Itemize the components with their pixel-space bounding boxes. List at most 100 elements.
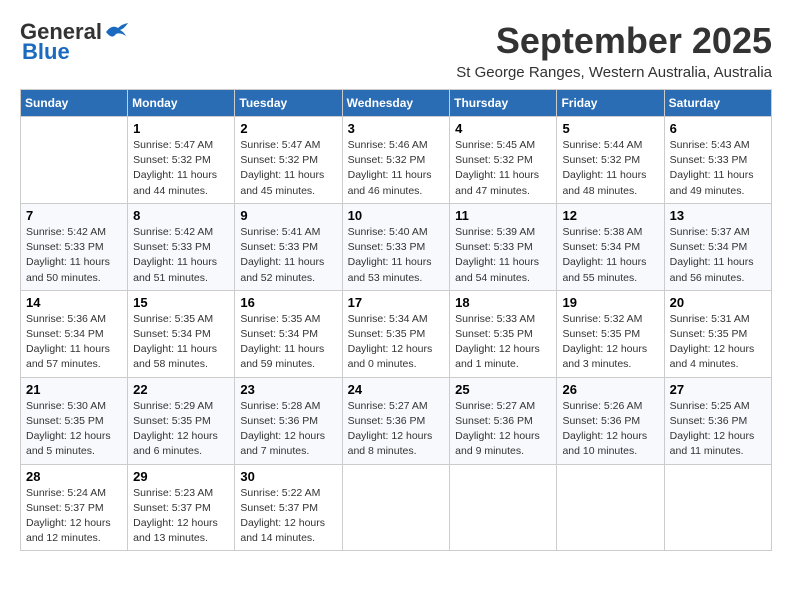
header-friday: Friday	[557, 90, 664, 117]
calendar-cell: 4 Sunrise: 5:45 AMSunset: 5:32 PMDaylight…	[450, 117, 557, 204]
page-header: General Blue September 2025 St George Ra…	[20, 20, 772, 81]
day-info: Sunrise: 5:43 AMSunset: 5:33 PMDaylight:…	[670, 138, 766, 199]
calendar-cell	[342, 464, 450, 551]
calendar-cell: 11 Sunrise: 5:39 AMSunset: 5:33 PMDayligh…	[450, 203, 557, 290]
day-info: Sunrise: 5:27 AMSunset: 5:36 PMDaylight:…	[455, 399, 551, 460]
day-number: 6	[670, 121, 766, 136]
calendar-table: SundayMondayTuesdayWednesdayThursdayFrid…	[20, 89, 772, 551]
calendar-week-row: 28 Sunrise: 5:24 AMSunset: 5:37 PMDayligh…	[21, 464, 772, 551]
day-info: Sunrise: 5:41 AMSunset: 5:33 PMDaylight:…	[240, 225, 336, 286]
day-info: Sunrise: 5:30 AMSunset: 5:35 PMDaylight:…	[26, 399, 122, 460]
day-number: 9	[240, 208, 336, 223]
day-number: 10	[348, 208, 445, 223]
day-number: 27	[670, 382, 766, 397]
day-number: 15	[133, 295, 229, 310]
day-info: Sunrise: 5:35 AMSunset: 5:34 PMDaylight:…	[133, 312, 229, 373]
day-info: Sunrise: 5:23 AMSunset: 5:37 PMDaylight:…	[133, 486, 229, 547]
calendar-cell	[21, 117, 128, 204]
calendar-week-row: 7 Sunrise: 5:42 AMSunset: 5:33 PMDaylight…	[21, 203, 772, 290]
day-number: 18	[455, 295, 551, 310]
day-number: 8	[133, 208, 229, 223]
header-saturday: Saturday	[664, 90, 771, 117]
day-number: 21	[26, 382, 122, 397]
header-thursday: Thursday	[450, 90, 557, 117]
day-info: Sunrise: 5:47 AMSunset: 5:32 PMDaylight:…	[133, 138, 229, 199]
day-number: 7	[26, 208, 122, 223]
day-number: 20	[670, 295, 766, 310]
day-info: Sunrise: 5:40 AMSunset: 5:33 PMDaylight:…	[348, 225, 445, 286]
day-info: Sunrise: 5:35 AMSunset: 5:34 PMDaylight:…	[240, 312, 336, 373]
day-info: Sunrise: 5:36 AMSunset: 5:34 PMDaylight:…	[26, 312, 122, 373]
calendar-cell: 19 Sunrise: 5:32 AMSunset: 5:35 PMDayligh…	[557, 290, 664, 377]
calendar-cell: 9 Sunrise: 5:41 AMSunset: 5:33 PMDaylight…	[235, 203, 342, 290]
calendar-cell: 5Sunrise: 5:44 AMSunset: 5:32 PMDaylight…	[557, 117, 664, 204]
day-info: Sunrise: 5:31 AMSunset: 5:35 PMDaylight:…	[670, 312, 766, 373]
calendar-cell: 28 Sunrise: 5:24 AMSunset: 5:37 PMDayligh…	[21, 464, 128, 551]
day-number: 12	[562, 208, 658, 223]
day-info: Sunrise: 5:34 AMSunset: 5:35 PMDaylight:…	[348, 312, 445, 373]
calendar-cell: 25 Sunrise: 5:27 AMSunset: 5:36 PMDayligh…	[450, 377, 557, 464]
day-info: Sunrise: 5:28 AMSunset: 5:36 PMDaylight:…	[240, 399, 336, 460]
calendar-week-row: 1 Sunrise: 5:47 AMSunset: 5:32 PMDaylight…	[21, 117, 772, 204]
day-info: Sunrise: 5:33 AMSunset: 5:35 PMDaylight:…	[455, 312, 551, 373]
calendar-header-row: SundayMondayTuesdayWednesdayThursdayFrid…	[21, 90, 772, 117]
calendar-cell: 29Sunrise: 5:23 AMSunset: 5:37 PMDayligh…	[128, 464, 235, 551]
calendar-cell: 20 Sunrise: 5:31 AMSunset: 5:35 PMDayligh…	[664, 290, 771, 377]
month-title: September 2025	[456, 20, 772, 62]
calendar-cell: 17 Sunrise: 5:34 AMSunset: 5:35 PMDayligh…	[342, 290, 450, 377]
calendar-cell: 13 Sunrise: 5:37 AMSunset: 5:34 PMDayligh…	[664, 203, 771, 290]
calendar-cell: 30 Sunrise: 5:22 AMSunset: 5:37 PMDayligh…	[235, 464, 342, 551]
day-info: Sunrise: 5:42 AMSunset: 5:33 PMDaylight:…	[133, 225, 229, 286]
day-info: Sunrise: 5:46 AMSunset: 5:32 PMDaylight:…	[348, 138, 445, 199]
day-info: Sunrise: 5:32 AMSunset: 5:35 PMDaylight:…	[562, 312, 658, 373]
title-block: September 2025 St George Ranges, Western…	[456, 20, 772, 81]
calendar-cell: 12 Sunrise: 5:38 AMSunset: 5:34 PMDayligh…	[557, 203, 664, 290]
day-info: Sunrise: 5:38 AMSunset: 5:34 PMDaylight:…	[562, 225, 658, 286]
logo-bird-icon	[104, 22, 130, 42]
calendar-cell: 26 Sunrise: 5:26 AMSunset: 5:36 PMDayligh…	[557, 377, 664, 464]
calendar-cell: 10 Sunrise: 5:40 AMSunset: 5:33 PMDayligh…	[342, 203, 450, 290]
day-number: 4	[455, 121, 551, 136]
header-sunday: Sunday	[21, 90, 128, 117]
day-number: 25	[455, 382, 551, 397]
header-tuesday: Tuesday	[235, 90, 342, 117]
logo-blue: Blue	[20, 40, 70, 64]
day-number: 11	[455, 208, 551, 223]
day-number: 17	[348, 295, 445, 310]
day-info: Sunrise: 5:26 AMSunset: 5:36 PMDaylight:…	[562, 399, 658, 460]
calendar-cell: 18 Sunrise: 5:33 AMSunset: 5:35 PMDayligh…	[450, 290, 557, 377]
calendar-cell: 15 Sunrise: 5:35 AMSunset: 5:34 PMDayligh…	[128, 290, 235, 377]
day-number: 23	[240, 382, 336, 397]
calendar-cell: 22Sunrise: 5:29 AMSunset: 5:35 PMDayligh…	[128, 377, 235, 464]
calendar-cell: 3 Sunrise: 5:46 AMSunset: 5:32 PMDaylight…	[342, 117, 450, 204]
day-number: 30	[240, 469, 336, 484]
day-info: Sunrise: 5:42 AMSunset: 5:33 PMDaylight:…	[26, 225, 122, 286]
day-number: 19	[562, 295, 658, 310]
calendar-cell: 6 Sunrise: 5:43 AMSunset: 5:33 PMDaylight…	[664, 117, 771, 204]
day-info: Sunrise: 5:25 AMSunset: 5:36 PMDaylight:…	[670, 399, 766, 460]
header-monday: Monday	[128, 90, 235, 117]
day-number: 16	[240, 295, 336, 310]
logo: General Blue	[20, 20, 130, 64]
day-info: Sunrise: 5:24 AMSunset: 5:37 PMDaylight:…	[26, 486, 122, 547]
calendar-cell: 24Sunrise: 5:27 AMSunset: 5:36 PMDayligh…	[342, 377, 450, 464]
day-number: 1	[133, 121, 229, 136]
calendar-cell: 23 Sunrise: 5:28 AMSunset: 5:36 PMDayligh…	[235, 377, 342, 464]
location-title: St George Ranges, Western Australia, Aus…	[456, 64, 772, 81]
day-number: 13	[670, 208, 766, 223]
calendar-week-row: 14Sunrise: 5:36 AMSunset: 5:34 PMDayligh…	[21, 290, 772, 377]
day-info: Sunrise: 5:47 AMSunset: 5:32 PMDaylight:…	[240, 138, 336, 199]
day-info: Sunrise: 5:39 AMSunset: 5:33 PMDaylight:…	[455, 225, 551, 286]
calendar-cell: 21 Sunrise: 5:30 AMSunset: 5:35 PMDayligh…	[21, 377, 128, 464]
day-number: 28	[26, 469, 122, 484]
day-info: Sunrise: 5:45 AMSunset: 5:32 PMDaylight:…	[455, 138, 551, 199]
calendar-cell: 14Sunrise: 5:36 AMSunset: 5:34 PMDayligh…	[21, 290, 128, 377]
day-info: Sunrise: 5:22 AMSunset: 5:37 PMDaylight:…	[240, 486, 336, 547]
day-info: Sunrise: 5:37 AMSunset: 5:34 PMDaylight:…	[670, 225, 766, 286]
calendar-cell: 27 Sunrise: 5:25 AMSunset: 5:36 PMDayligh…	[664, 377, 771, 464]
day-number: 26	[562, 382, 658, 397]
calendar-cell: 1 Sunrise: 5:47 AMSunset: 5:32 PMDaylight…	[128, 117, 235, 204]
day-number: 3	[348, 121, 445, 136]
header-wednesday: Wednesday	[342, 90, 450, 117]
day-number: 2	[240, 121, 336, 136]
